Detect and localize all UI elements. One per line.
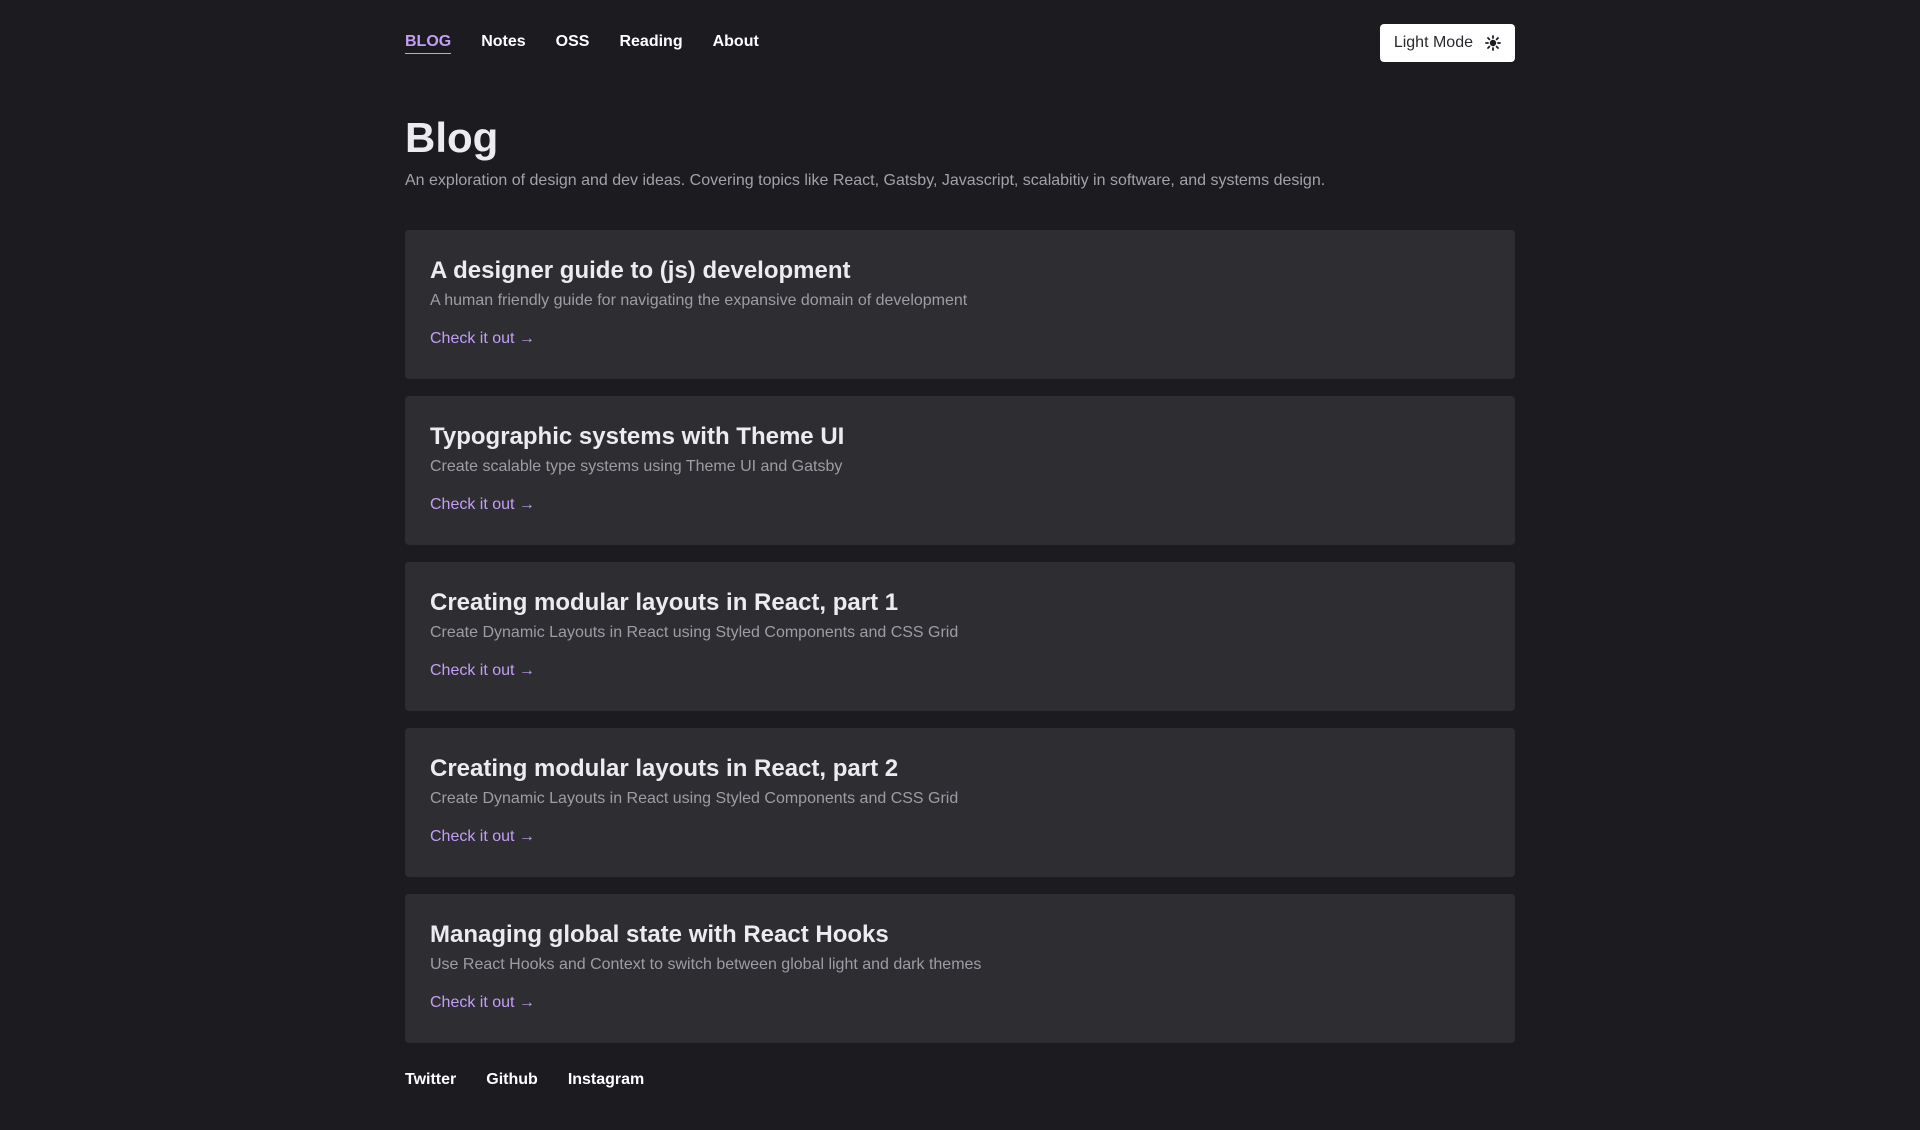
check-it-out-link[interactable]: Check it out → xyxy=(430,662,535,680)
post-title: A designer guide to (js) development xyxy=(430,257,851,284)
page: BLOG Notes OSS Reading About Light Mode xyxy=(405,0,1515,1089)
sun-icon xyxy=(1485,35,1501,51)
post-card[interactable]: Typographic systems with Theme UI Create… xyxy=(405,396,1515,545)
post-description: Create Dynamic Layouts in React using St… xyxy=(430,624,959,641)
post-title: Managing global state with React Hooks xyxy=(430,921,889,948)
page-subtitle: An exploration of design and dev ideas. … xyxy=(405,172,1326,189)
post-description: Create scalable type systems using Theme… xyxy=(430,458,843,475)
light-mode-toggle-button[interactable]: Light Mode xyxy=(1379,24,1515,62)
check-it-out-link[interactable]: Check it out → xyxy=(430,496,535,514)
check-it-out-link[interactable]: Check it out → xyxy=(430,828,535,846)
post-description: Use React Hooks and Context to switch be… xyxy=(430,956,982,973)
nav-item-oss[interactable]: OSS xyxy=(556,33,590,53)
footer-link-instagram[interactable]: Instagram xyxy=(568,1071,644,1089)
check-it-out-link[interactable]: Check it out → xyxy=(430,330,535,348)
post-title: Typographic systems with Theme UI xyxy=(430,423,845,450)
post-description: A human friendly guide for navigating th… xyxy=(430,292,968,309)
page-title: Blog xyxy=(405,114,499,161)
footer-link-github[interactable]: Github xyxy=(486,1071,538,1089)
main-nav: BLOG Notes OSS Reading About xyxy=(405,33,759,54)
site-footer: Twitter Github Instagram xyxy=(405,1071,1515,1089)
post-card[interactable]: Creating modular layouts in React, part … xyxy=(405,728,1515,877)
nav-item-blog[interactable]: BLOG xyxy=(405,33,452,54)
light-mode-label: Light Mode xyxy=(1393,34,1473,51)
check-it-out-link[interactable]: Check it out → xyxy=(430,994,535,1012)
post-list: A designer guide to (js) development A h… xyxy=(405,230,1515,1043)
post-title: Creating modular layouts in React, part … xyxy=(430,755,899,782)
nav-item-notes[interactable]: Notes xyxy=(481,33,525,53)
nav-item-reading[interactable]: Reading xyxy=(619,33,682,53)
nav-item-about[interactable]: About xyxy=(713,33,759,53)
hero: Blog An exploration of design and dev id… xyxy=(405,114,1515,190)
post-card[interactable]: Managing global state with React Hooks U… xyxy=(405,894,1515,1043)
post-title: Creating modular layouts in React, part … xyxy=(430,589,899,616)
footer-link-twitter[interactable]: Twitter xyxy=(405,1071,456,1089)
post-description: Create Dynamic Layouts in React using St… xyxy=(430,790,959,807)
site-header: BLOG Notes OSS Reading About Light Mode xyxy=(405,24,1515,62)
post-card[interactable]: A designer guide to (js) development A h… xyxy=(405,230,1515,379)
post-card[interactable]: Creating modular layouts in React, part … xyxy=(405,562,1515,711)
